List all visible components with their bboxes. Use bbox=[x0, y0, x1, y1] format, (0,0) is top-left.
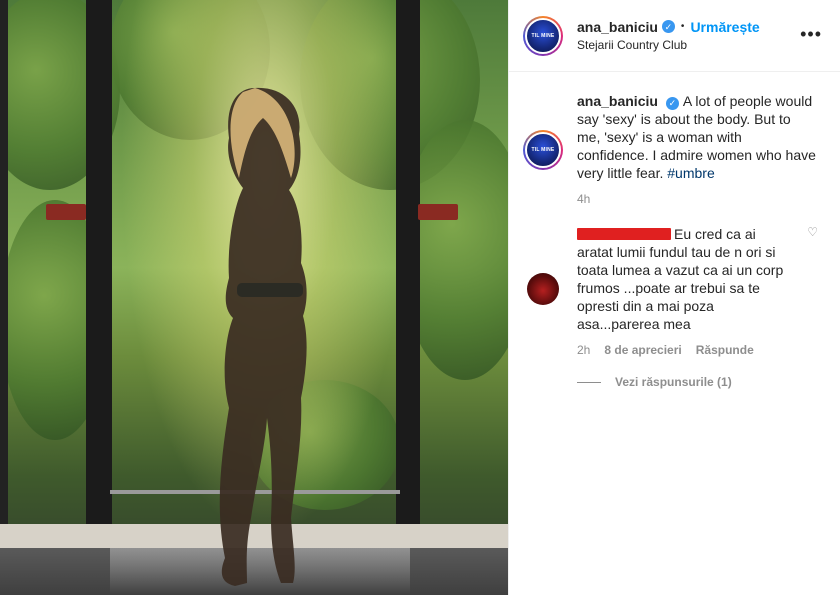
header-text: ana_baniciu ✓ • Urmărește Stejarii Count… bbox=[577, 18, 760, 54]
avatar-image: TIL MINE bbox=[525, 17, 561, 54]
post-header: TIL MINE ana_baniciu ✓ • Urmărește Steja… bbox=[509, 0, 840, 72]
post-image[interactable] bbox=[0, 0, 508, 595]
avatar-image: TIL MINE bbox=[525, 132, 561, 168]
author-avatar[interactable]: TIL MINE bbox=[523, 15, 563, 56]
comment-likes[interactable]: 8 de aprecieri bbox=[604, 343, 681, 357]
separator-dot: • bbox=[680, 20, 685, 32]
header-row: ana_baniciu ✓ • Urmărește bbox=[577, 18, 760, 36]
follow-button[interactable]: Urmărește bbox=[690, 18, 759, 36]
door-handle bbox=[46, 204, 86, 220]
hashtag-link[interactable]: #umbre bbox=[667, 165, 714, 181]
post-caption: TIL MINE ana_baniciu ✓ A lot of people wou… bbox=[523, 92, 824, 182]
door-handle bbox=[418, 204, 458, 220]
comment-item: Eu cred ca ai aratat lumii fundul tau de… bbox=[523, 225, 824, 333]
caption-time[interactable]: 4h bbox=[577, 192, 824, 206]
comment-body: Eu cred ca ai aratat lumii fundul tau de… bbox=[577, 226, 784, 332]
like-heart-icon[interactable]: ♡ bbox=[807, 225, 818, 239]
post-side-panel: TIL MINE ana_baniciu ✓ • Urmărește Steja… bbox=[508, 0, 840, 595]
verified-badge-icon: ✓ bbox=[665, 96, 679, 110]
more-options-icon[interactable]: ••• bbox=[800, 24, 822, 45]
comment-time[interactable]: 2h bbox=[577, 343, 590, 357]
view-replies-label: Vezi răspunsurile (1) bbox=[615, 375, 732, 389]
commenter-avatar[interactable] bbox=[527, 273, 559, 305]
author-username[interactable]: ana_baniciu bbox=[577, 18, 658, 36]
window-frame bbox=[86, 0, 112, 550]
comment-text: Eu cred ca ai aratat lumii fundul tau de… bbox=[577, 225, 787, 333]
verified-badge-icon: ✓ bbox=[661, 20, 675, 33]
replies-divider bbox=[577, 381, 601, 383]
caption-author-avatar[interactable]: TIL MINE bbox=[523, 130, 563, 170]
comments-area: TIL MINE ana_baniciu ✓ A lot of people wou… bbox=[509, 72, 840, 595]
person-silhouette bbox=[219, 87, 307, 587]
reply-button[interactable]: Răspunde bbox=[696, 343, 754, 357]
post-location[interactable]: Stejarii Country Club bbox=[577, 36, 760, 54]
window-frame bbox=[0, 0, 8, 550]
comment-meta: 2h 8 de aprecieri Răspunde bbox=[577, 343, 824, 357]
redacted-username bbox=[577, 228, 671, 240]
post-modal: TIL MINE ana_baniciu ✓ • Urmărește Steja… bbox=[0, 0, 840, 595]
caption-username[interactable]: ana_baniciu bbox=[577, 93, 658, 109]
window-frame bbox=[396, 0, 420, 550]
view-replies-button[interactable]: Vezi răspunsurile (1) bbox=[577, 375, 824, 389]
caption-text: ana_baniciu ✓ A lot of people would say 's… bbox=[577, 92, 817, 182]
